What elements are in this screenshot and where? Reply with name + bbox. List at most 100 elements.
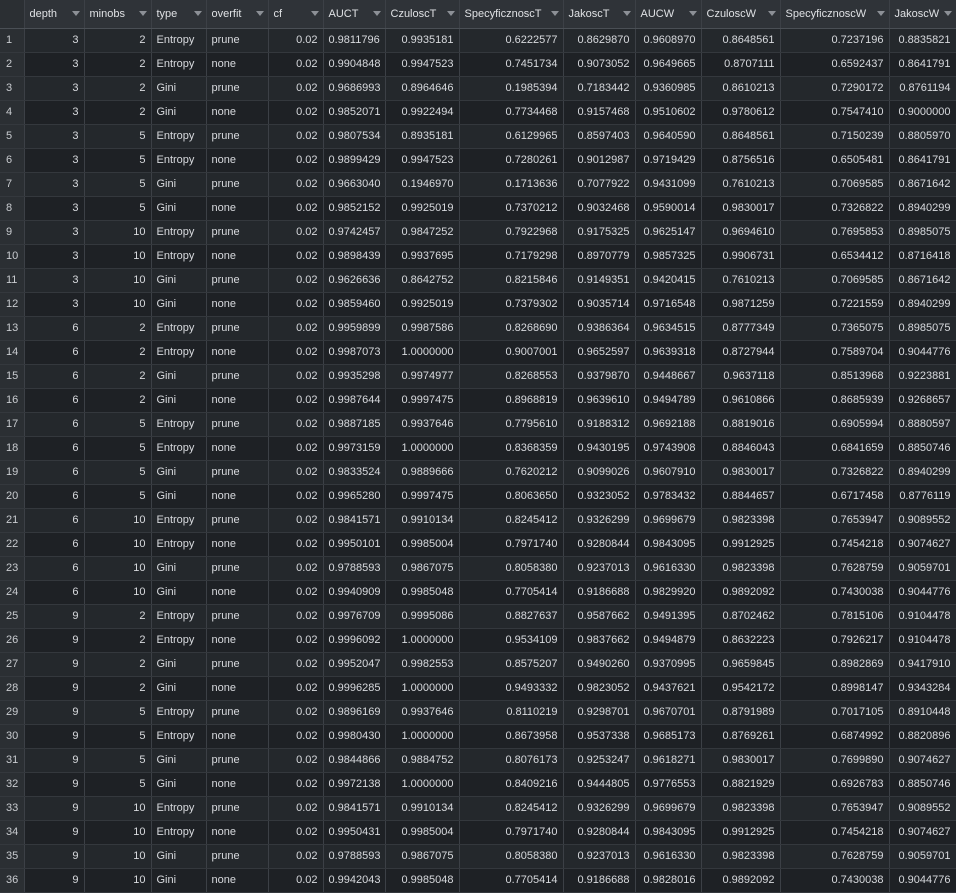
table-row[interactable]: 4 3 2 Gini none 0.02 0.9852071 0.9922494 0.77344… xyxy=(0,100,956,125)
table-row[interactable]: 36 9 10 Gini none 0.02 0.9942043 0.9985048 0.770… xyxy=(0,868,956,893)
cell-czulosct: 0.8964646 xyxy=(385,76,460,101)
column-header-jakoscw[interactable]: JakoscW xyxy=(889,0,956,29)
table-row[interactable]: 5 3 5 Entropy prune 0.02 0.9807534 0.8935181 0.6… xyxy=(0,124,956,149)
cell-specyficznoscw: 0.7454218 xyxy=(780,820,890,845)
table-row[interactable]: 23 6 10 Gini prune 0.02 0.9788593 0.9867075 0.80… xyxy=(0,556,956,581)
cell-overfit: prune xyxy=(206,364,269,389)
cell-jakoscw: 0.8820896 xyxy=(889,724,956,749)
cell-minobs: 5 xyxy=(84,700,152,725)
sort-icon[interactable] xyxy=(193,9,202,17)
cell-specyficznosct: 0.8058380 xyxy=(459,556,564,581)
column-header-auct[interactable]: AUCT xyxy=(323,0,386,29)
sort-icon[interactable] xyxy=(446,9,455,17)
sort-icon[interactable] xyxy=(255,9,264,17)
sort-icon[interactable] xyxy=(138,9,147,17)
cell-depth: 9 xyxy=(24,676,85,701)
table-row[interactable]: 20 6 5 Gini none 0.02 0.9965280 0.9997475 0.8063… xyxy=(0,484,956,509)
sort-icon[interactable] xyxy=(550,9,559,17)
table-row[interactable]: 33 9 10 Entropy prune 0.02 0.9841571 0.9910134 0… xyxy=(0,796,956,821)
table-row[interactable]: 19 6 5 Gini prune 0.02 0.9833524 0.9889666 0.762… xyxy=(0,460,956,485)
cell-minobs: 5 xyxy=(84,124,152,149)
cell-czulosct: 0.9995086 xyxy=(385,604,460,629)
sort-icon[interactable] xyxy=(372,9,381,17)
cell-jakosct: 0.9237013 xyxy=(563,556,636,581)
table-row[interactable]: 18 6 5 Entropy none 0.02 0.9973159 1.0000000 0.8… xyxy=(0,436,956,461)
cell-type: Entropy xyxy=(151,28,207,53)
cell-jakoscw: 0.9044776 xyxy=(889,868,956,893)
table-row[interactable]: 29 9 5 Entropy prune 0.02 0.9896169 0.9937646 0.… xyxy=(0,700,956,725)
table-row[interactable]: 9 3 10 Entropy prune 0.02 0.9742457 0.9847252 0.… xyxy=(0,220,956,245)
sort-icon[interactable] xyxy=(622,9,631,17)
cell-auct: 0.9899429 xyxy=(323,148,386,173)
table-row[interactable]: 11 3 10 Gini prune 0.02 0.9626636 0.8642752 0.82… xyxy=(0,268,956,293)
cell-cf: 0.02 xyxy=(268,364,324,389)
cell-minobs: 10 xyxy=(84,580,152,605)
sort-icon[interactable] xyxy=(767,9,776,17)
table-row[interactable]: 3 3 2 Gini prune 0.02 0.9686993 0.8964646 0.1985… xyxy=(0,76,956,101)
cell-specyficznosct: 0.9534109 xyxy=(459,628,564,653)
table-row[interactable]: 17 6 5 Entropy prune 0.02 0.9887185 0.9937646 0.… xyxy=(0,412,956,437)
row-number: 6 xyxy=(0,148,25,173)
cell-aucw: 0.9634515 xyxy=(635,316,702,341)
table-row[interactable]: 1 3 2 Entropy prune 0.02 0.9811796 0.9935181 0.6… xyxy=(0,28,956,53)
cell-aucw: 0.9716548 xyxy=(635,292,702,317)
cell-specyficznoscw: 0.7653947 xyxy=(780,508,890,533)
table-row[interactable]: 31 9 5 Gini prune 0.02 0.9844866 0.9884752 0.807… xyxy=(0,748,956,773)
cell-depth: 6 xyxy=(24,556,85,581)
cell-depth: 3 xyxy=(24,148,85,173)
table-row[interactable]: 24 6 10 Gini none 0.02 0.9940909 0.9985048 0.770… xyxy=(0,580,956,605)
cell-specyficznoscw: 0.6592437 xyxy=(780,52,890,77)
table-row[interactable]: 13 6 2 Entropy prune 0.02 0.9959899 0.9987586 0.… xyxy=(0,316,956,341)
column-header-specyficznosct[interactable]: SpecyficznoscT xyxy=(459,0,564,29)
table-row[interactable]: 10 3 10 Entropy none 0.02 0.9898439 0.9937695 0.… xyxy=(0,244,956,269)
sort-icon[interactable] xyxy=(71,9,80,17)
table-row[interactable]: 22 6 10 Entropy none 0.02 0.9950101 0.9985004 0.… xyxy=(0,532,956,557)
table-row[interactable]: 8 3 5 Gini none 0.02 0.9852152 0.9925019 0.73702… xyxy=(0,196,956,221)
table-row[interactable]: 34 9 10 Entropy none 0.02 0.9950431 0.9985004 0.… xyxy=(0,820,956,845)
table-row[interactable]: 15 6 2 Gini prune 0.02 0.9935298 0.9974977 0.826… xyxy=(0,364,956,389)
cell-cf: 0.02 xyxy=(268,292,324,317)
cell-overfit: none xyxy=(206,724,269,749)
cell-auct: 0.9841571 xyxy=(323,796,386,821)
column-header-czulosct[interactable]: CzuloscT xyxy=(385,0,460,29)
cell-specyficznoscw: 0.7589704 xyxy=(780,340,890,365)
table-row[interactable]: 35 9 10 Gini prune 0.02 0.9788593 0.9867075 0.80… xyxy=(0,844,956,869)
table-row[interactable]: 2 3 2 Entropy none 0.02 0.9904848 0.9947523 0.74… xyxy=(0,52,956,77)
cell-czuloscw: 0.9830017 xyxy=(701,748,781,773)
column-header-specyficznoscw[interactable]: SpecyficznoscW xyxy=(780,0,890,29)
sort-icon[interactable] xyxy=(688,9,697,17)
cell-type: Entropy xyxy=(151,508,207,533)
column-header-aucw[interactable]: AUCW xyxy=(635,0,702,29)
column-header-czuloscw[interactable]: CzuloscW xyxy=(701,0,781,29)
table-row[interactable]: 32 9 5 Gini none 0.02 0.9972138 1.0000000 0.8409… xyxy=(0,772,956,797)
cell-depth: 6 xyxy=(24,412,85,437)
table-row[interactable]: 25 9 2 Entropy prune 0.02 0.9976709 0.9995086 0.… xyxy=(0,604,956,629)
column-header-jakosct[interactable]: JakoscT xyxy=(563,0,636,29)
column-header-cf[interactable]: cf xyxy=(268,0,324,29)
table-row[interactable]: 21 6 10 Entropy prune 0.02 0.9841571 0.9910134 0… xyxy=(0,508,956,533)
table-row[interactable]: 14 6 2 Entropy none 0.02 0.9987073 1.0000000 0.9… xyxy=(0,340,956,365)
cell-jakoscw: 0.8671642 xyxy=(889,268,956,293)
cell-czuloscw: 0.9823398 xyxy=(701,508,781,533)
table-row[interactable]: 7 3 5 Gini prune 0.02 0.9663040 0.1946970 0.1713… xyxy=(0,172,956,197)
table-row[interactable]: 16 6 2 Gini none 0.02 0.9987644 0.9997475 0.8968… xyxy=(0,388,956,413)
column-header-type[interactable]: type xyxy=(151,0,207,29)
sort-icon[interactable] xyxy=(876,9,885,17)
cell-czulosct: 1.0000000 xyxy=(385,772,460,797)
table-row[interactable]: 26 9 2 Entropy none 0.02 0.9996092 1.0000000 0.9… xyxy=(0,628,956,653)
column-header-minobs[interactable]: minobs xyxy=(84,0,152,29)
sort-icon[interactable] xyxy=(310,9,319,17)
table-row[interactable]: 6 3 5 Entropy none 0.02 0.9899429 0.9947523 0.72… xyxy=(0,148,956,173)
table-row[interactable]: 12 3 10 Gini none 0.02 0.9859460 0.9925019 0.737… xyxy=(0,292,956,317)
cell-overfit: none xyxy=(206,292,269,317)
cell-auct: 0.9972138 xyxy=(323,772,386,797)
column-header-depth[interactable]: depth xyxy=(24,0,85,29)
cell-depth: 6 xyxy=(24,460,85,485)
table-row[interactable]: 28 9 2 Gini none 0.02 0.9996285 1.0000000 0.9493… xyxy=(0,676,956,701)
column-header-overfit[interactable]: overfit xyxy=(206,0,269,29)
cell-jakoscw: 0.9343284 xyxy=(889,676,956,701)
cell-auct: 0.9980430 xyxy=(323,724,386,749)
table-row[interactable]: 30 9 5 Entropy none 0.02 0.9980430 1.0000000 0.8… xyxy=(0,724,956,749)
sort-icon[interactable] xyxy=(943,9,952,17)
table-row[interactable]: 27 9 2 Gini prune 0.02 0.9952047 0.9982553 0.857… xyxy=(0,652,956,677)
